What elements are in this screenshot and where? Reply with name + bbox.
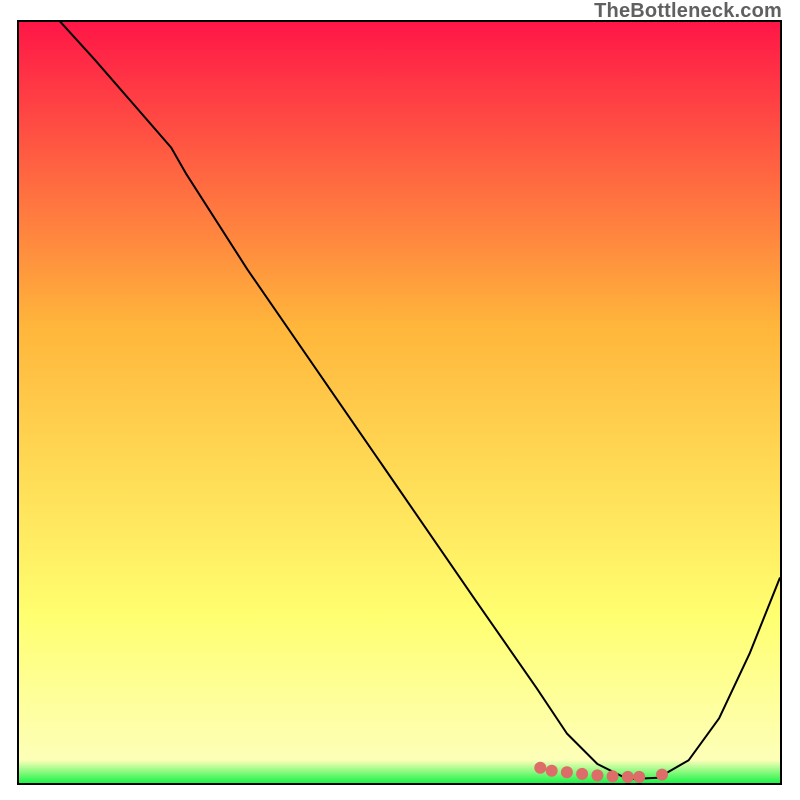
- highlight-marker: [591, 769, 603, 781]
- highlight-marker: [622, 771, 634, 783]
- highlight-marker: [607, 770, 619, 782]
- highlight-marker: [633, 771, 645, 783]
- highlight-marker: [534, 762, 546, 774]
- highlight-marker: [576, 768, 588, 780]
- highlight-marker: [656, 769, 668, 781]
- chart-frame: [17, 20, 782, 785]
- gradient-background: [19, 22, 780, 783]
- highlight-marker: [546, 765, 558, 777]
- highlight-marker: [561, 766, 573, 778]
- bottleneck-chart: [19, 22, 780, 783]
- watermark-text: TheBottleneck.com: [594, 0, 782, 23]
